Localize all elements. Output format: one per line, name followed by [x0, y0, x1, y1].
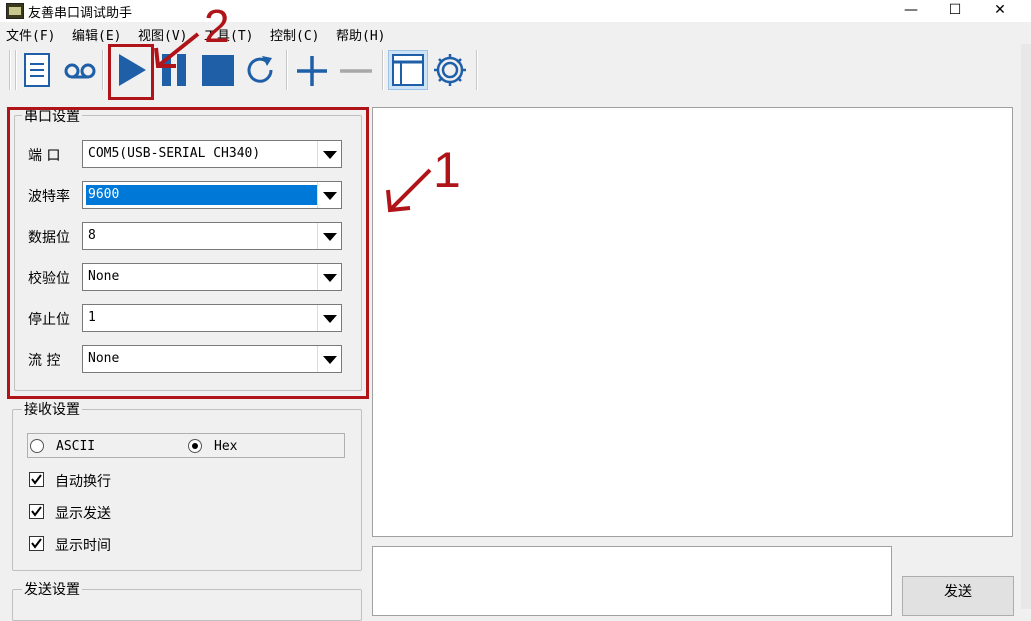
checkmark-icon — [31, 538, 42, 549]
annotation-box-serial-settings — [7, 107, 369, 399]
toolbar-separator — [286, 50, 288, 90]
annotation-label-1: 1 — [433, 142, 461, 198]
hex-label: Hex — [214, 439, 238, 454]
ascii-radio[interactable] — [30, 439, 44, 453]
receive-text-area[interactable] — [372, 107, 1013, 537]
settings-gear-icon[interactable] — [432, 50, 468, 90]
annotation-box-play-button — [108, 44, 154, 100]
new-document-icon[interactable] — [20, 50, 56, 90]
menu-help[interactable]: 帮助(H) — [336, 25, 385, 44]
annotation-arrow-icon — [386, 168, 432, 213]
menu-edit[interactable]: 编辑(E) — [72, 25, 121, 44]
ascii-label: ASCII — [56, 439, 96, 454]
window-title: 友善串口调试助手 — [28, 6, 133, 21]
show-time-label: 显示时间 — [55, 538, 111, 554]
auto-wrap-label: 自动换行 — [55, 474, 111, 490]
auto-wrap-checkbox[interactable] — [29, 472, 44, 487]
menu-file[interactable]: 文件(F) — [6, 25, 55, 44]
record-icon[interactable] — [62, 50, 98, 90]
checkmark-icon — [31, 474, 42, 485]
maximize-button[interactable]: ☐ — [932, 0, 978, 22]
menu-control[interactable]: 控制(C) — [270, 25, 319, 44]
minimize-button[interactable]: — — [888, 0, 934, 22]
show-time-checkbox[interactable] — [29, 536, 44, 551]
send-button[interactable]: 发送 — [902, 576, 1014, 616]
toolbar-separator — [15, 50, 17, 90]
annotation-label-2: 2 — [204, 0, 230, 52]
toolbar-separator — [476, 50, 478, 90]
annotation-arrow-icon — [154, 32, 200, 68]
refresh-icon[interactable] — [242, 50, 278, 90]
hex-radio[interactable] — [188, 439, 202, 453]
receive-settings-legend: 接收设置 — [22, 399, 82, 419]
app-icon — [6, 3, 24, 19]
send-text-area[interactable] — [372, 546, 892, 616]
show-sent-checkbox[interactable] — [29, 504, 44, 519]
show-sent-label: 显示发送 — [55, 506, 111, 522]
window-icon[interactable] — [390, 50, 426, 90]
window-edge — [1021, 44, 1031, 609]
close-button[interactable]: ✕ — [977, 0, 1023, 22]
checkmark-icon — [31, 506, 42, 517]
toolbar-separator — [102, 50, 104, 90]
add-icon[interactable] — [294, 50, 330, 90]
send-settings-legend: 发送设置 — [22, 579, 82, 599]
stop-icon[interactable] — [200, 50, 236, 90]
remove-icon[interactable] — [338, 50, 374, 90]
toolbar-separator — [382, 50, 384, 90]
title-bar — [0, 0, 1031, 22]
toolbar-separator — [9, 50, 11, 90]
